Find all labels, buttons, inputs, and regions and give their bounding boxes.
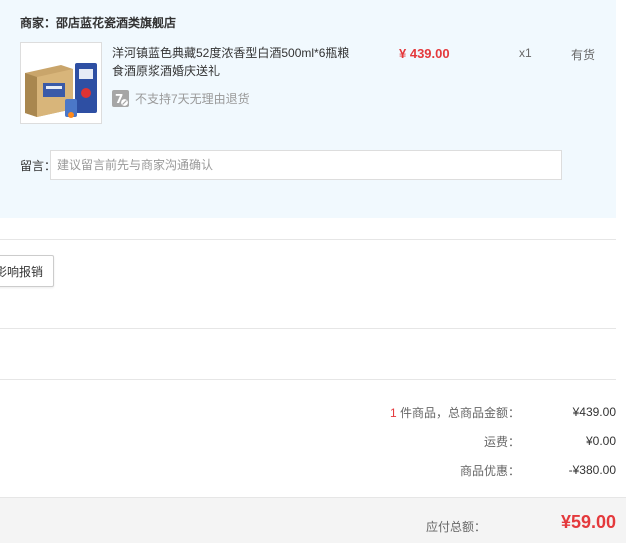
summary-item-count: 1: [389, 405, 397, 420]
summary-discount-row: 商品优惠： -¥380.00: [320, 462, 616, 478]
summary-goods-row: 1 件商品，总商品金额： ¥439.00: [320, 404, 616, 420]
summary-shipping-label: 运费：: [483, 434, 520, 449]
7-day-return-icon: 7: [112, 90, 129, 107]
divider: [0, 379, 616, 380]
summary-shipping-amount: ¥0.00: [585, 434, 616, 448]
invoice-reimburse-label: 影响报销: [0, 264, 43, 279]
return-policy-text: 不支持7天无理由退货: [135, 92, 250, 106]
product-image: [21, 43, 101, 123]
summary-shipping-row: 运费： ¥0.00: [320, 433, 616, 449]
product-stock-status: 有货: [571, 48, 596, 62]
product-title[interactable]: 洋河镇蓝色典藏52度浓香型白酒500ml*6瓶粮食酒原浆酒婚庆送礼: [112, 44, 352, 80]
product-price: ¥ 439.00: [399, 46, 450, 61]
summary-discount-label: 商品优惠：: [459, 463, 520, 478]
total-label: 应付总额：: [425, 520, 486, 534]
shop-name[interactable]: 商家：邵店蓝花瓷酒类旗舰店: [20, 14, 176, 31]
message-input[interactable]: [50, 150, 562, 180]
summary-discount-amount: -¥380.00: [568, 463, 616, 477]
return-policy: 7 不支持7天无理由退货: [112, 90, 250, 107]
summary-count-suffix: 件商品，总商品金额：: [396, 405, 520, 420]
product-quantity: x1: [519, 46, 532, 60]
summary-goods-label: 1 件商品，总商品金额：: [320, 404, 520, 421]
total-amount: ¥59.00: [560, 512, 616, 532]
divider: [0, 239, 616, 240]
invoice-reimburse-button[interactable]: 影响报销: [0, 255, 54, 287]
total-bar: 应付总额： ¥59.00: [0, 497, 626, 543]
product-thumbnail[interactable]: [20, 42, 102, 124]
divider: [0, 328, 616, 329]
shop-order-block: 商家：邵店蓝花瓷酒类旗舰店 洋河镇蓝色典藏52度浓香型白酒500ml*6瓶粮食酒…: [0, 0, 616, 218]
summary-goods-amount: ¥439.00: [572, 405, 616, 419]
